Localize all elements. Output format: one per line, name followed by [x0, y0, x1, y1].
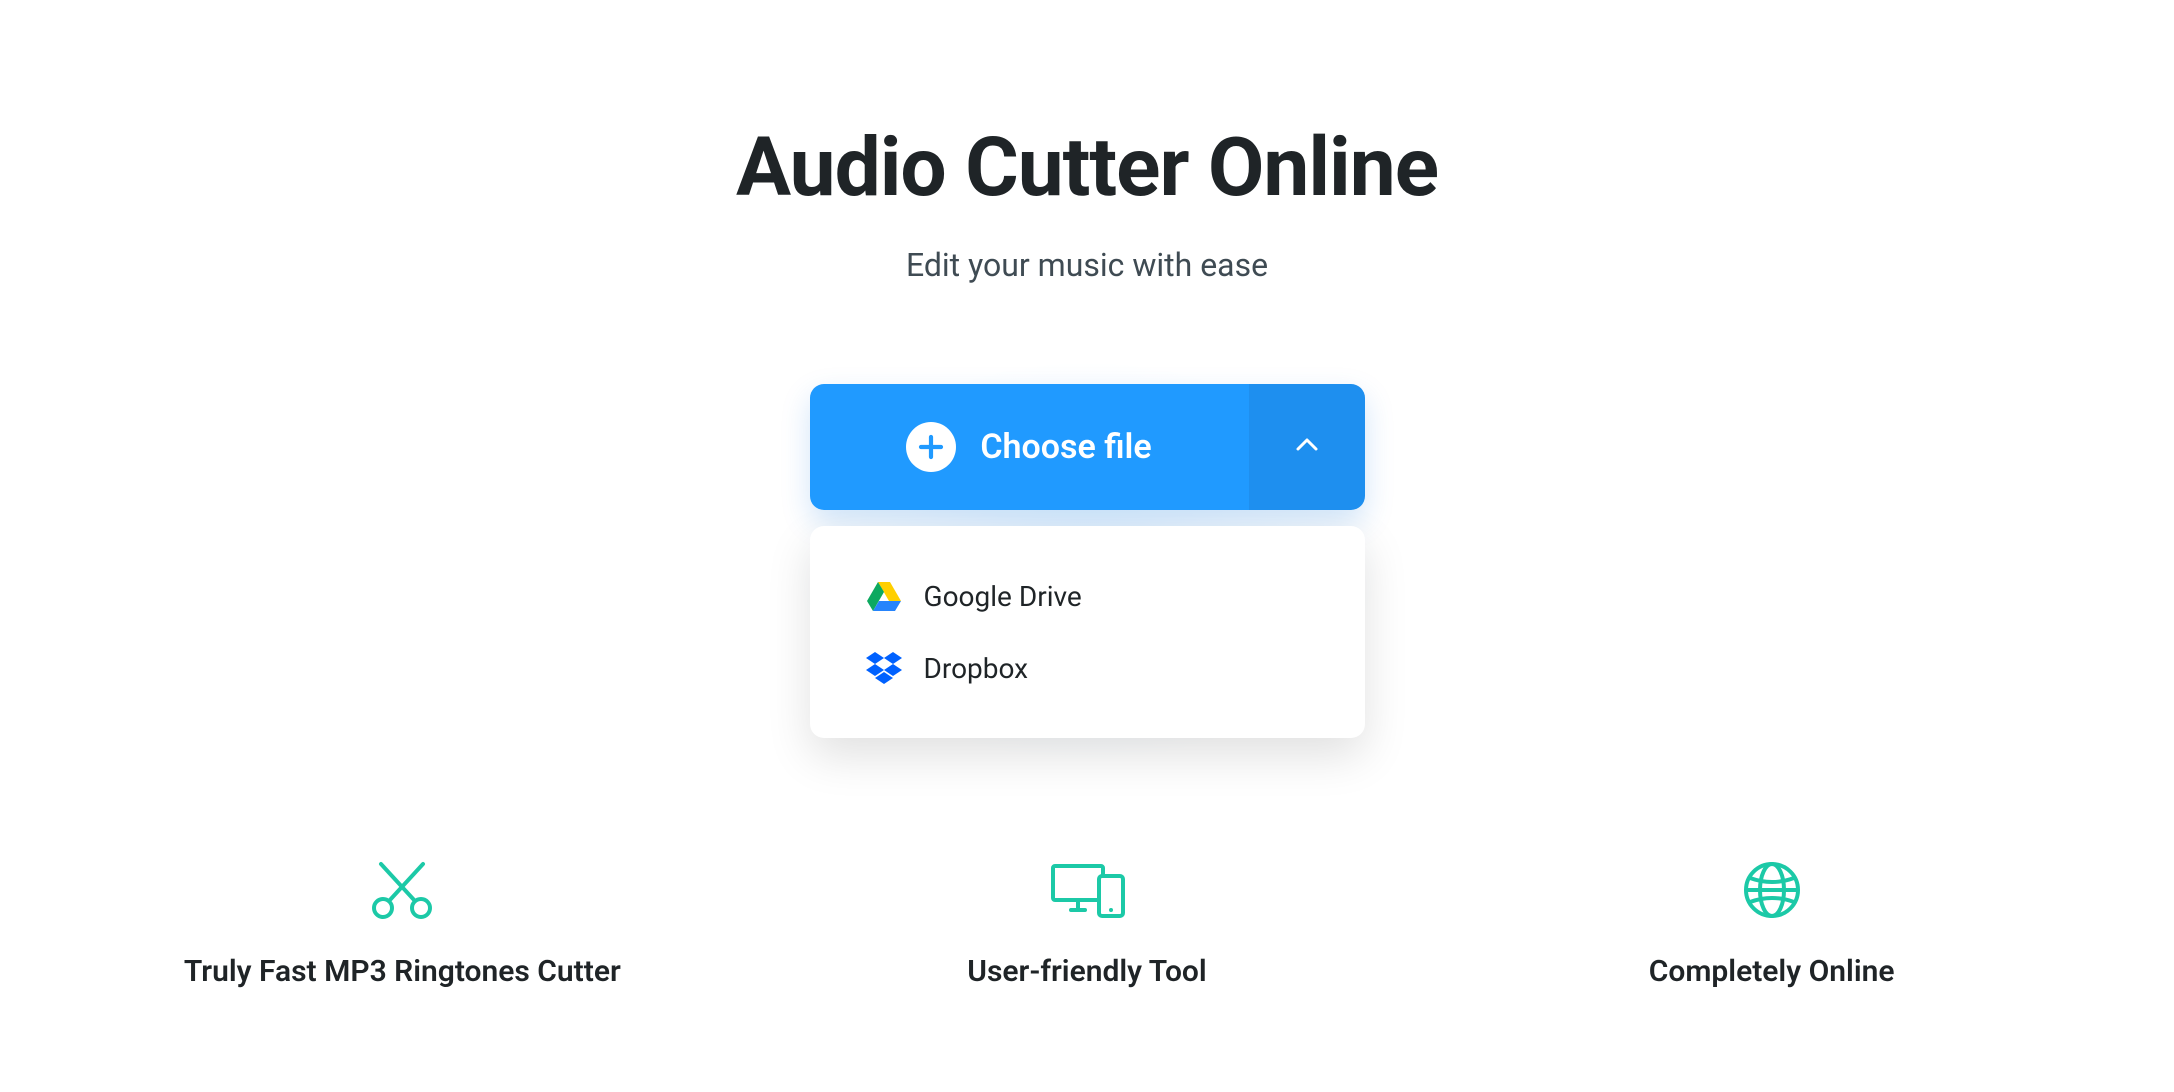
choose-file-row: Choose file: [810, 384, 1365, 510]
feature-online: Completely Online: [1502, 858, 2042, 993]
plus-icon: [906, 422, 956, 472]
dropdown-item-google-drive[interactable]: Google Drive: [810, 560, 1365, 632]
chevron-up-icon: [1292, 430, 1322, 464]
feature-title: Completely Online: [1649, 952, 1895, 993]
feature-title: Truly Fast MP3 Ringtones Cutter: [184, 952, 621, 993]
dropdown-toggle-button[interactable]: [1249, 384, 1365, 510]
devices-icon: [1047, 858, 1127, 922]
upload-source-dropdown: Google Drive Dropbox: [810, 526, 1365, 738]
page: Audio Cutter Online Edit your music with…: [0, 0, 2174, 993]
feature-title: User-friendly Tool: [967, 952, 1206, 993]
dropdown-item-dropbox[interactable]: Dropbox: [810, 632, 1365, 704]
feature-fast-cutter: Truly Fast MP3 Ringtones Cutter: [132, 858, 672, 993]
scissors-icon: [367, 858, 437, 922]
globe-icon: [1742, 858, 1802, 922]
page-title: Audio Cutter Online: [736, 120, 1438, 216]
page-subtitle: Edit your music with ease: [906, 246, 1268, 284]
uploader-container: Choose file: [810, 384, 1365, 738]
dropdown-item-label: Google Drive: [924, 580, 1082, 613]
choose-file-label: Choose file: [980, 427, 1151, 467]
google-drive-icon: [866, 578, 902, 614]
choose-file-button[interactable]: Choose file: [810, 384, 1249, 510]
features-row: Truly Fast MP3 Ringtones Cutter User-fri…: [0, 858, 2174, 993]
dropbox-icon: [866, 650, 902, 686]
uploader: Choose file: [810, 384, 1365, 738]
feature-user-friendly: User-friendly Tool: [817, 858, 1357, 993]
dropdown-item-label: Dropbox: [924, 652, 1029, 685]
